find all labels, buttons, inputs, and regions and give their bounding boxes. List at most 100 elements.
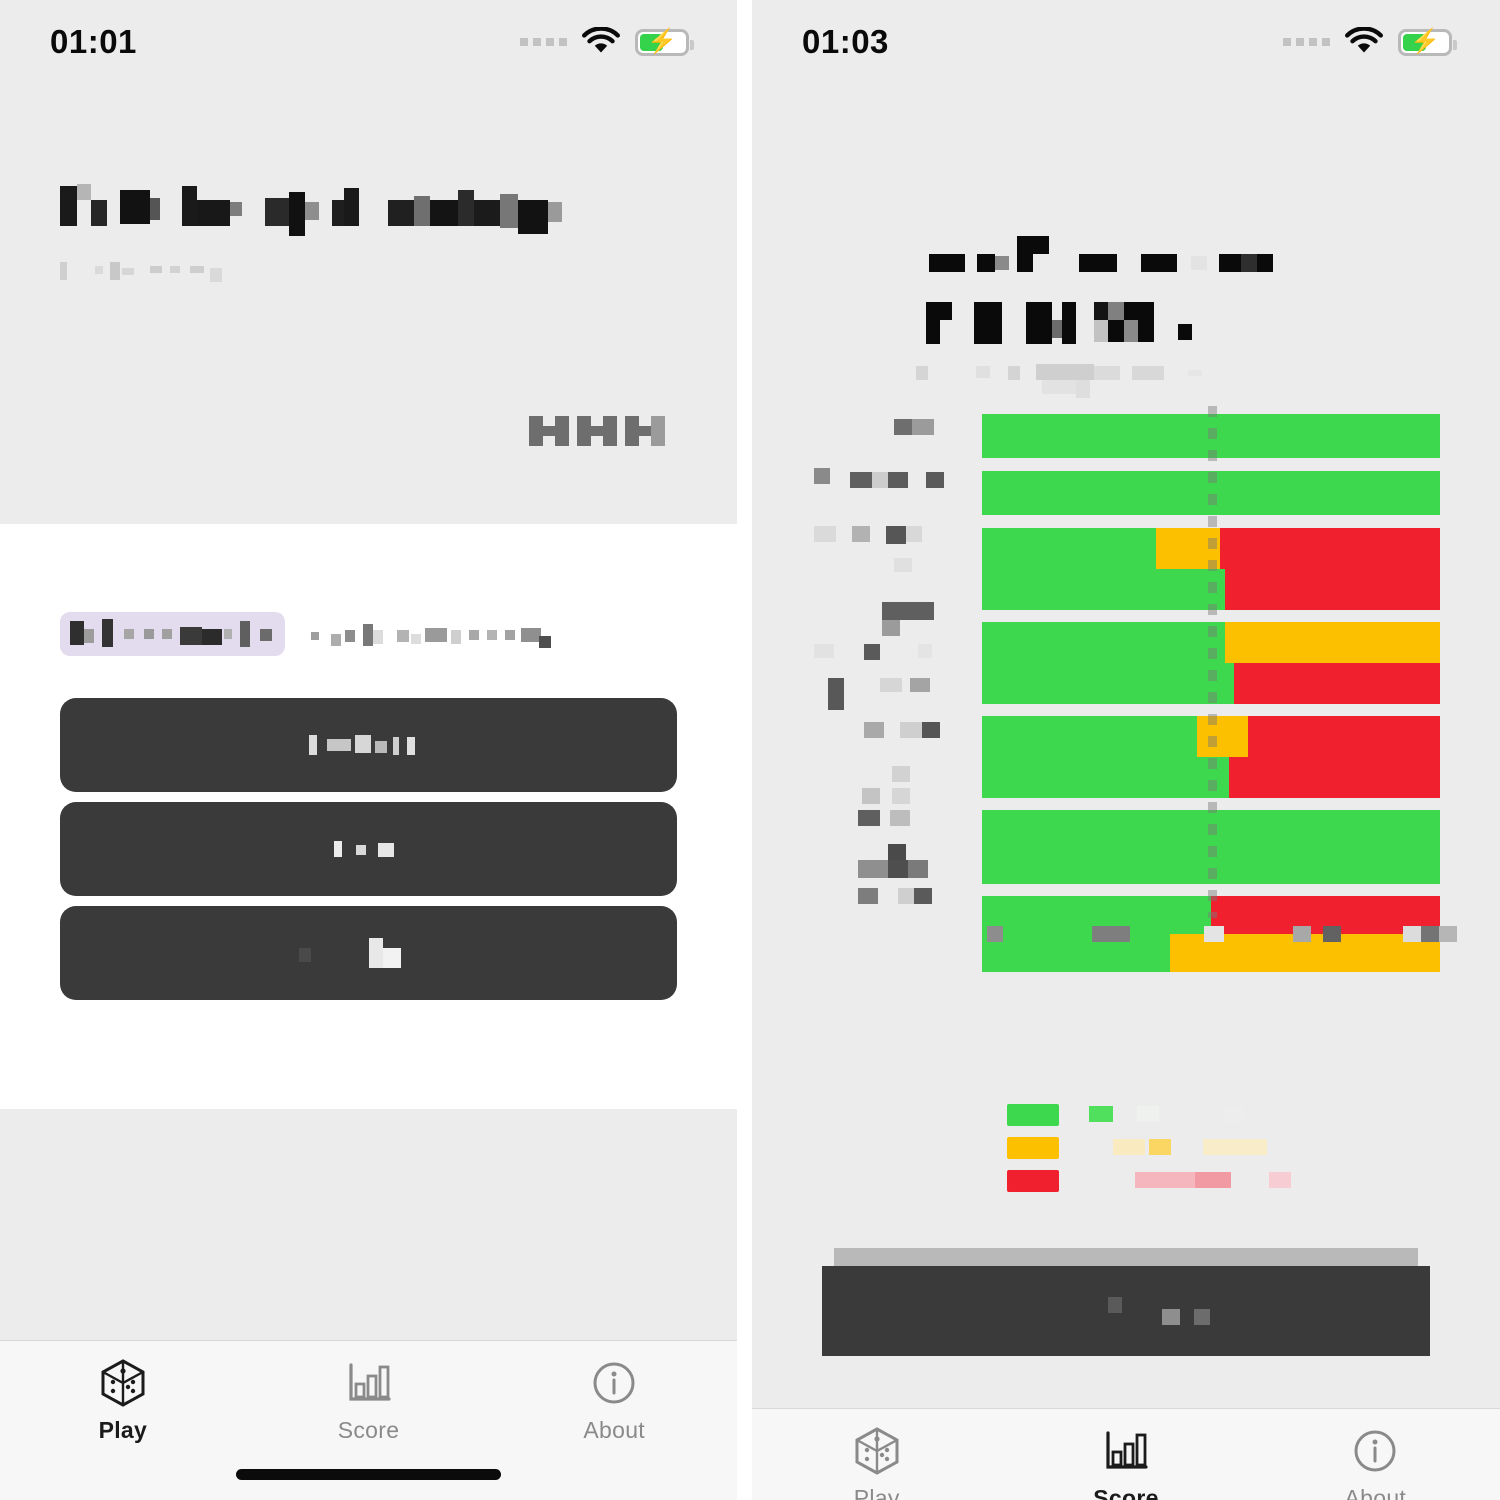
- secondary-action-button-label: [333, 839, 404, 859]
- y-label-2: [814, 526, 954, 572]
- page-title-right-line2: [752, 298, 1500, 362]
- tab-about-right[interactable]: About: [1251, 1425, 1500, 1500]
- tab-about[interactable]: About: [491, 1357, 737, 1444]
- x-tick-1: [1091, 926, 1136, 944]
- tertiary-action-button-label: [298, 938, 439, 968]
- x-tick-3: [1293, 926, 1351, 944]
- status-indicators: ⚡: [520, 27, 694, 57]
- battery-charging-icon-right: ⚡: [1398, 28, 1457, 56]
- hero-section-right: [752, 84, 1500, 400]
- legend-label-bad: [1073, 1171, 1293, 1190]
- tab-play[interactable]: Play: [0, 1357, 246, 1444]
- info-icon: [593, 1362, 635, 1404]
- status-clock-right: 01:03: [802, 23, 889, 60]
- status-bar-right: 01:03 ⚡: [752, 0, 1500, 84]
- status-clock: 01:01: [50, 23, 137, 60]
- chart-reference-line: [1207, 406, 1217, 918]
- tab-score[interactable]: Score: [246, 1357, 492, 1444]
- content-card-left: [0, 524, 737, 1109]
- legend-item-bad: [1007, 1164, 1500, 1197]
- status-bar-left: 01:01 ⚡: [0, 0, 737, 84]
- x-tick-4: [1403, 926, 1459, 944]
- highlight-chip[interactable]: [60, 612, 285, 656]
- tab-score-label-right: Score: [1093, 1485, 1159, 1500]
- chart-plot-area: [982, 406, 1440, 972]
- y-label-6: [814, 844, 954, 904]
- tab-score-label: Score: [337, 1417, 400, 1443]
- secondary-action-button[interactable]: [60, 802, 677, 896]
- empty-region-left: [0, 1109, 737, 1340]
- chart-y-axis-labels: [800, 406, 978, 918]
- primary-action-button-label: [308, 733, 429, 757]
- y-label-4: [814, 678, 954, 738]
- carrier-signal-icon: [520, 38, 567, 46]
- hero-badge: [529, 414, 677, 448]
- battery-charging-icon: ⚡: [635, 28, 694, 56]
- legend-item-warn: [1007, 1131, 1500, 1164]
- segment-green: [982, 757, 1230, 798]
- legend-label-warn: [1073, 1138, 1273, 1157]
- legend-swatch-yellow: [1007, 1136, 1059, 1159]
- home-indicator-left: [0, 1449, 737, 1500]
- legend-label-good: [1073, 1105, 1253, 1124]
- tab-play-label-right: Play: [853, 1485, 900, 1500]
- legend-item-good: [1007, 1098, 1500, 1131]
- y-label-0: [894, 418, 954, 436]
- page-title-right: [752, 234, 1500, 298]
- segment-green: [982, 528, 1157, 569]
- segment-red: [1229, 757, 1440, 798]
- bottom-cta-region: [752, 1248, 1500, 1408]
- segment-red: [1233, 663, 1440, 704]
- bar-chart-icon-right: [1106, 1431, 1148, 1469]
- cta-top-strip: [834, 1248, 1418, 1266]
- tab-bar-left: Play Score About: [0, 1340, 737, 1500]
- hero-section-left: [0, 84, 737, 524]
- segment-red: [1247, 716, 1440, 757]
- see-more-button-label: [1036, 1297, 1216, 1325]
- y-label-5: [814, 766, 954, 826]
- y-label-1: [814, 468, 954, 488]
- carrier-signal-icon-right: [1283, 38, 1330, 46]
- y-label-3: [814, 602, 954, 660]
- page-subtitle: [60, 260, 677, 284]
- primary-action-button[interactable]: [60, 698, 677, 792]
- stacked-bar-chart: [800, 406, 1458, 972]
- legend-swatch-red: [1007, 1169, 1059, 1192]
- bar-chart-icon: [348, 1363, 391, 1401]
- info-icon-right: [1354, 1430, 1396, 1472]
- segment-red: [1220, 528, 1440, 569]
- segment-green: [982, 622, 1225, 663]
- segment-yellow: [1197, 716, 1248, 757]
- x-tick-2: [1204, 926, 1228, 944]
- chip-sentence-row: [60, 612, 677, 660]
- chart-x-axis: [982, 920, 1458, 954]
- tab-play-right[interactable]: Play: [752, 1425, 1001, 1500]
- see-more-button[interactable]: [822, 1266, 1430, 1356]
- segment-green: [982, 569, 1225, 610]
- dice-icon-right: [855, 1427, 899, 1475]
- x-tick-0: [986, 926, 1007, 944]
- segment-red: [1224, 569, 1440, 610]
- legend-swatch-green: [1007, 1103, 1059, 1126]
- score-chart-section: [752, 398, 1500, 1098]
- status-indicators-right: ⚡: [1283, 27, 1457, 57]
- tab-score-right[interactable]: Score: [1001, 1425, 1250, 1500]
- tab-bar-right: Play Score About: [752, 1408, 1500, 1500]
- tertiary-action-button[interactable]: [60, 906, 677, 1000]
- screenshot-stage: 01:01 ⚡ Play Score About 01:03 ⚡ Play Sc…: [0, 0, 1500, 1500]
- segment-green: [982, 663, 1234, 704]
- tab-about-label-right: About: [1344, 1485, 1407, 1500]
- page-title: [60, 176, 677, 238]
- segment-green: [982, 716, 1198, 757]
- wifi-icon-right: [1345, 27, 1383, 53]
- right-phone-screen: 01:03 ⚡ Play Score About: [752, 0, 1500, 1500]
- chart-legend: [752, 1098, 1500, 1248]
- segment-yellow: [1224, 622, 1440, 663]
- chip-trailing-text: [311, 624, 561, 648]
- tab-about-label: About: [583, 1417, 645, 1443]
- wifi-icon: [582, 27, 620, 53]
- tab-play-label: Play: [98, 1417, 148, 1443]
- left-phone-screen: 01:01 ⚡ Play Score About: [0, 0, 737, 1500]
- dice-icon: [101, 1359, 145, 1407]
- page-subtitle-right: [752, 362, 1500, 400]
